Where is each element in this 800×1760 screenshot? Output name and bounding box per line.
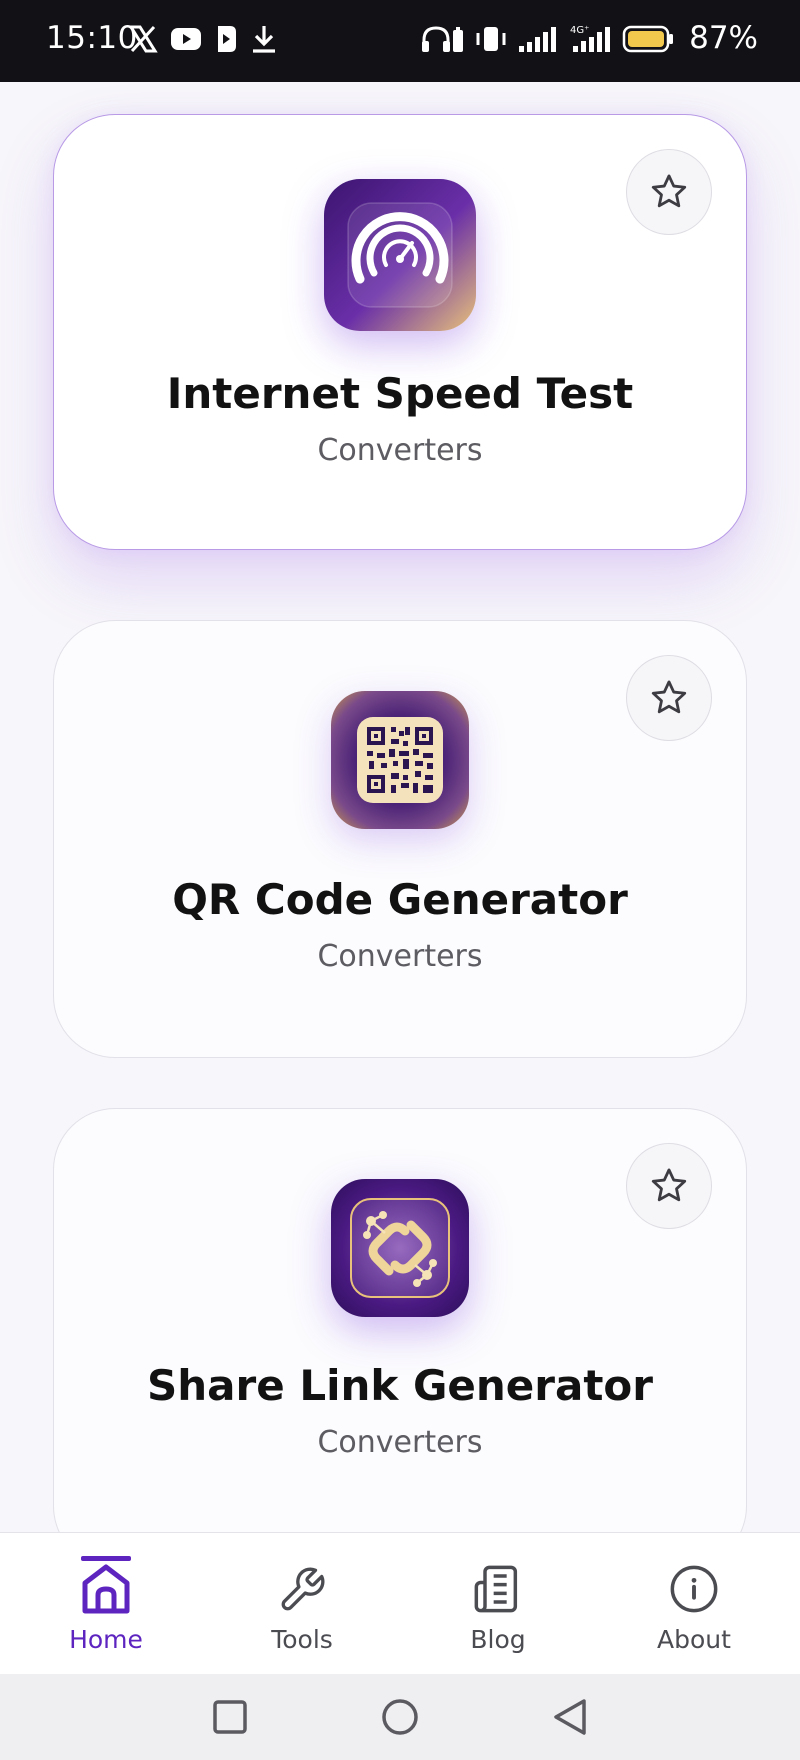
system-icons: 4G⁺ bbox=[420, 24, 674, 54]
home-icon bbox=[81, 1556, 131, 1614]
battery-icon bbox=[622, 25, 673, 53]
download-icon bbox=[253, 26, 275, 53]
home-system-button[interactable] bbox=[377, 1694, 423, 1740]
star-icon bbox=[651, 174, 687, 208]
nav-label: About bbox=[657, 1625, 731, 1654]
favorite-button[interactable] bbox=[626, 655, 712, 741]
status-time: 15:10 bbox=[46, 20, 138, 56]
tool-card-internet-speed-test[interactable]: Internet Speed Test Converters bbox=[53, 114, 747, 550]
status-bar: 15:10 4G⁺ 87% bbox=[0, 0, 800, 82]
notification-icons bbox=[128, 24, 278, 54]
tool-title: QR Code Generator bbox=[172, 875, 628, 924]
favorite-button[interactable] bbox=[626, 1143, 712, 1229]
tool-list[interactable]: Internet Speed Test Converters QR Code G… bbox=[0, 82, 800, 1532]
youtube-icon bbox=[171, 28, 201, 50]
nav-item-about[interactable]: About bbox=[594, 1533, 794, 1675]
tool-card-share-link-generator[interactable]: Share Link Generator Converters bbox=[53, 1108, 747, 1532]
back-button[interactable] bbox=[547, 1694, 593, 1740]
tool-category: Converters bbox=[317, 939, 483, 974]
svg-text:4G⁺: 4G⁺ bbox=[570, 25, 589, 36]
tool-title: Share Link Generator bbox=[147, 1361, 653, 1410]
blog-icon bbox=[474, 1565, 518, 1613]
back-triangle-icon bbox=[554, 1699, 586, 1735]
qr-code-icon bbox=[331, 691, 469, 829]
tool-category: Converters bbox=[317, 1425, 483, 1460]
wrench-icon bbox=[281, 1567, 325, 1611]
bottom-nav: Home Tools Blog About bbox=[0, 1532, 800, 1675]
nav-label: Blog bbox=[470, 1625, 526, 1654]
nav-label: Tools bbox=[271, 1625, 333, 1654]
signal-icon bbox=[519, 27, 556, 52]
vibrate-icon bbox=[476, 27, 506, 51]
nav-label: Home bbox=[69, 1625, 143, 1654]
info-icon bbox=[670, 1565, 718, 1613]
circle-icon bbox=[382, 1699, 418, 1735]
tool-title: Internet Speed Test bbox=[166, 369, 634, 418]
headphones-battery-icon bbox=[422, 26, 463, 52]
signal-4g-icon: 4G⁺ bbox=[570, 25, 610, 52]
star-icon bbox=[651, 680, 687, 714]
favorite-button[interactable] bbox=[626, 149, 712, 235]
recents-button[interactable] bbox=[207, 1694, 253, 1740]
tool-category: Converters bbox=[317, 433, 483, 468]
nav-item-blog[interactable]: Blog bbox=[398, 1533, 598, 1675]
square-icon bbox=[213, 1700, 247, 1734]
star-icon bbox=[651, 1168, 687, 1202]
x-icon bbox=[128, 25, 158, 53]
tool-card-qr-code-generator[interactable]: QR Code Generator Converters bbox=[53, 620, 747, 1058]
speedometer-icon bbox=[324, 179, 476, 331]
system-navigation-bar bbox=[0, 1674, 800, 1760]
link-share-icon bbox=[331, 1179, 469, 1317]
app-icon bbox=[218, 26, 236, 52]
battery-percent: 87% bbox=[689, 20, 758, 56]
nav-item-home[interactable]: Home bbox=[6, 1533, 206, 1675]
nav-item-tools[interactable]: Tools bbox=[202, 1533, 402, 1675]
